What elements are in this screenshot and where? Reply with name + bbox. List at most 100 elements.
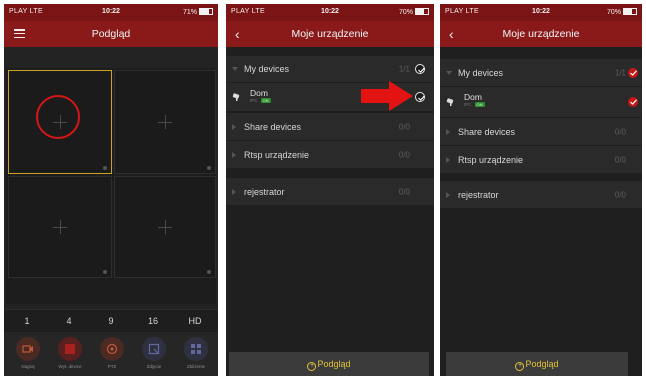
group-label: rejestrator [244,186,285,197]
preview-button[interactable]: + Podgląd [229,352,429,376]
status-dot-icon [103,270,107,274]
expand-arrow-icon [446,128,450,135]
group-recorder[interactable]: rejestrator 0/0 [226,178,434,205]
tool-label: Zbliżenie [186,364,205,369]
check-all-icon[interactable] [415,64,425,74]
device-row-dom[interactable]: Dom IPC ON [440,87,642,117]
tool-label: Wył. device [58,364,82,369]
group-label: Share devices [458,126,516,137]
add-channel-icon[interactable] [53,220,67,234]
preview-button-label: Podgląd [317,359,351,369]
group-share-devices[interactable]: Share devices 0/0 [440,118,642,145]
group-count: 0/0 [614,127,626,136]
zoom-button[interactable]: Zbliżenie [179,337,213,369]
record-icon [16,337,40,361]
expand-arrow-icon [446,156,450,163]
group-count: 0/0 [398,187,410,196]
photo-icon [142,337,166,361]
camera-icon [446,97,456,107]
group-label: Rtsp urządzenie [244,149,310,160]
group-count: 1/1 [614,68,626,77]
preview-cell-2[interactable] [114,70,216,174]
collapse-arrow-icon [446,70,452,75]
phone-preview-screen: PLAY LTE 10:22 71% Podgląd 1 4 9 16 HD N… [4,4,218,376]
group-count: 0/0 [398,150,410,159]
photo-button[interactable]: Zdjęcie [137,337,171,369]
group-my-devices[interactable]: My devices 1/1 [226,56,434,82]
preview-button[interactable]: + Podgląd [446,352,628,376]
group-count: 0/0 [614,155,626,164]
device-name: Dom [250,88,268,98]
status-dot-icon [103,166,107,170]
highlight-circle [36,95,80,139]
split-option-hd[interactable]: HD [182,316,208,326]
expand-arrow-icon [232,151,236,158]
battery-percent: 70% [398,9,413,16]
battery-percent: 70% [606,9,621,16]
close-device-button[interactable]: Wył. device [53,337,87,369]
check-all-icon[interactable] [628,67,638,78]
plus-circle-icon: + [307,362,317,371]
preview-toolbar: Nagraj Wył. device PTZ Zdjęcie Zbliżenie [4,332,218,376]
battery-icon [415,8,429,15]
title-bar: ‹ Moje urządzenie [226,21,434,47]
add-channel-icon[interactable] [158,115,172,129]
status-bar: PLAY LTE 10:22 70% [226,4,434,21]
group-count: 0/0 [614,190,626,199]
battery-indicator: 70% [399,8,429,16]
preview-cell-3[interactable] [8,176,112,278]
expand-arrow-icon [232,123,236,130]
device-type: IPC [250,98,258,103]
ptz-icon [100,337,124,361]
group-recorder[interactable]: rejestrator 0/0 [440,181,642,208]
preview-grid [6,68,216,304]
battery-indicator: 70% [607,8,637,16]
group-label: My devices [244,64,290,74]
split-option-9[interactable]: 9 [98,316,124,326]
device-list: My devices 1/1 Dom IPC ON Share devices 0… [440,47,642,376]
tool-label: Zdjęcie [146,364,162,369]
tool-label: Nagraj [21,364,35,369]
ptz-button[interactable]: PTZ [95,337,129,369]
title-bar: Podgląd [4,21,218,47]
phone-devices-screen-2: PLAY LTE 10:22 70% ‹ Moje urządzenie My … [440,4,642,376]
group-rtsp-devices[interactable]: Rtsp urządzenie 0/0 [440,146,642,173]
title-bar: ‹ Moje urządzenie [440,21,642,47]
battery-icon [199,8,213,15]
group-share-devices[interactable]: Share devices 0/0 [226,113,434,140]
collapse-arrow-icon [232,67,238,71]
annotation-arrow-icon [361,81,413,111]
preview-cell-4[interactable] [114,176,216,278]
split-option-4[interactable]: 4 [56,316,82,326]
device-meta: IPC ON [464,102,485,107]
battery-indicator: 71% [183,8,213,16]
group-label: rejestrator [458,189,499,200]
page-title: Moje urządzenie [502,28,580,40]
group-my-devices[interactable]: My devices 1/1 [440,59,642,86]
tool-label: PTZ [107,364,117,369]
record-button[interactable]: Nagraj [11,337,45,369]
group-rtsp-devices[interactable]: Rtsp urządzenie 0/0 [226,141,434,168]
split-option-16[interactable]: 16 [140,316,166,326]
split-option-1[interactable]: 1 [14,316,40,326]
device-meta: IPC ON [250,98,271,103]
group-label: Share devices [244,121,302,132]
device-name: Dom [464,92,482,102]
close-device-icon [58,337,82,361]
page-title: Moje urządzenie [291,28,369,40]
status-dot-icon [207,270,211,274]
status-bar: PLAY LTE 10:22 70% [440,4,642,21]
battery-percent: 71% [182,9,197,16]
device-check-icon[interactable] [628,97,638,107]
plus-circle-icon: + [515,362,525,371]
device-check-icon[interactable] [415,92,425,102]
device-type: IPC [464,102,472,107]
preview-button-label: Podgląd [525,359,559,369]
group-label: Rtsp urządzenie [458,154,524,165]
online-badge: ON [260,98,271,103]
add-channel-icon[interactable] [158,220,172,234]
zoom-icon [184,337,208,361]
online-badge: ON [474,102,485,107]
camera-icon [232,92,242,102]
group-count: 1/1 [398,64,410,74]
